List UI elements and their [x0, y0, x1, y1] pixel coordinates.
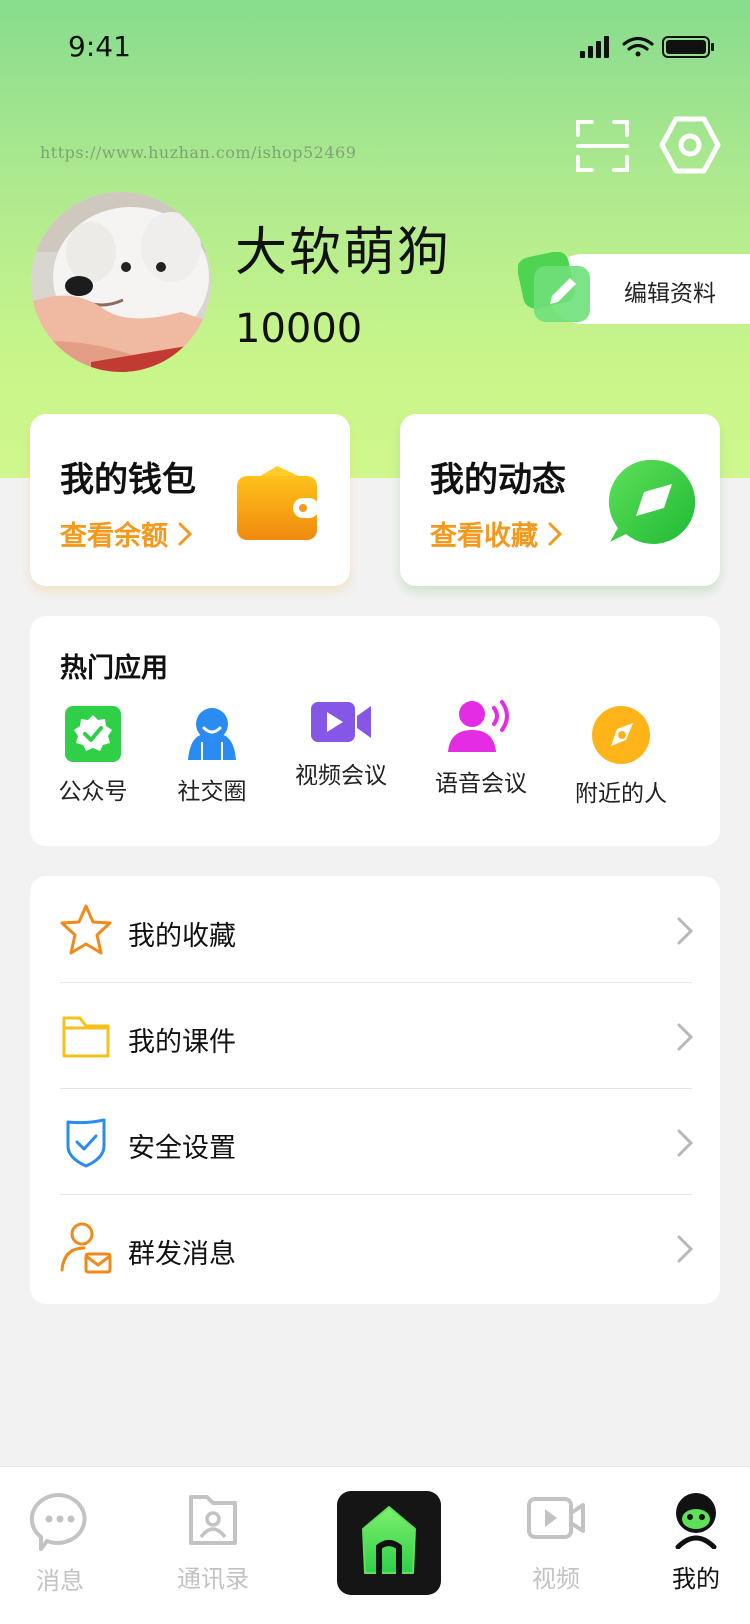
- compass-icon: [592, 706, 650, 764]
- chevron-right-icon: [677, 1235, 694, 1263]
- menu-row-broadcast[interactable]: 群发消息: [30, 1194, 720, 1300]
- menu-row-security[interactable]: 安全设置: [30, 1088, 720, 1194]
- star-icon: [60, 904, 112, 955]
- app-video-meeting[interactable]: 视频会议: [281, 698, 401, 790]
- official-account-icon: [65, 706, 121, 762]
- chevron-right-icon: [677, 1129, 694, 1157]
- avatar-dog-photo: [31, 192, 211, 372]
- scan-icon[interactable]: [575, 118, 631, 174]
- shield-icon: [66, 1118, 106, 1168]
- settings-menu-card: 我的收藏 我的课件 安全设置 群发消息: [30, 876, 720, 1304]
- moments-compass-chat-icon: [608, 459, 696, 544]
- home-icon: [362, 1506, 416, 1576]
- video-icon: [527, 1497, 585, 1539]
- wifi-icon: [622, 36, 654, 57]
- wallet-title: 我的钱包: [60, 460, 196, 500]
- avatar[interactable]: [31, 192, 211, 372]
- app-label: 视频会议: [295, 763, 387, 789]
- app-label: 社交圈: [177, 779, 247, 805]
- app-label: 语音会议: [435, 771, 527, 797]
- wallet-balance-link[interactable]: 查看余额: [60, 514, 192, 553]
- user-mail-icon: [60, 1222, 112, 1274]
- user-nickname: 大软萌狗: [235, 223, 452, 283]
- app-voice-meeting[interactable]: 语音会议: [421, 698, 541, 798]
- battery-icon: [662, 36, 714, 58]
- tab-label: 视频: [532, 1565, 580, 1593]
- menu-row-favorites[interactable]: 我的收藏: [30, 876, 720, 982]
- edit-pencil-icon: [518, 252, 590, 322]
- settings-icon[interactable]: [658, 113, 722, 177]
- app-nearby-people[interactable]: 附近的人: [561, 706, 681, 808]
- chat-icon: [29, 1492, 87, 1551]
- video-meeting-icon: [311, 702, 371, 742]
- tab-label: 消息: [36, 1567, 84, 1595]
- edit-profile-label: 编辑资料: [624, 281, 716, 307]
- wallet-icon: [237, 466, 319, 540]
- menu-row-label: 我的收藏: [128, 921, 236, 952]
- wallet-card[interactable]: 我的钱包 查看余额: [30, 414, 350, 586]
- chevron-right-icon: [677, 917, 694, 945]
- hot-apps-card: 热门应用 公众号 社交圈 视频会议 语音会议 附近的人: [30, 616, 720, 846]
- tab-label: 我的: [672, 1565, 720, 1593]
- menu-row-label: 群发消息: [128, 1239, 236, 1270]
- status-icons: [580, 36, 714, 58]
- watermark-text: https://www.huzhan.com/ishop52469: [40, 143, 357, 162]
- menu-row-label: 我的课件: [128, 1027, 236, 1058]
- tab-contacts[interactable]: 通讯录: [153, 1491, 273, 1594]
- wallet-link-label: 查看余额: [60, 521, 168, 552]
- status-time: 9:41: [68, 30, 131, 63]
- app-official-account[interactable]: 公众号: [33, 706, 153, 806]
- folder-icon: [62, 1016, 110, 1058]
- menu-row-courseware[interactable]: 我的课件: [30, 982, 720, 1088]
- tab-home[interactable]: [337, 1491, 441, 1595]
- profile-icon: [675, 1493, 717, 1550]
- voice-meeting-icon: [448, 700, 509, 752]
- moments-favorites-link[interactable]: 查看收藏: [430, 514, 562, 553]
- tab-mine[interactable]: 我的: [636, 1491, 750, 1594]
- app-label: 附近的人: [575, 781, 667, 807]
- profile-page: 9:41 https://www.huzhan.com/ishop52469 大…: [0, 0, 750, 1624]
- chevron-right-icon: [178, 522, 192, 545]
- bottom-tab-bar: 消息 通讯录 视频 我的: [0, 1466, 750, 1624]
- chevron-right-icon: [548, 522, 562, 545]
- contacts-icon: [189, 1495, 237, 1545]
- social-circle-icon: [188, 708, 236, 760]
- chevron-right-icon: [677, 1023, 694, 1051]
- app-label: 公众号: [58, 779, 128, 805]
- edit-profile-button[interactable]: 编辑资料: [518, 252, 750, 324]
- signal-icon: [580, 36, 609, 58]
- hot-apps-title: 热门应用: [60, 653, 168, 684]
- moments-title: 我的动态: [430, 460, 566, 500]
- tab-label: 通讯录: [177, 1565, 249, 1593]
- tab-video[interactable]: 视频: [496, 1491, 616, 1594]
- tab-messages[interactable]: 消息: [0, 1491, 120, 1596]
- menu-row-label: 安全设置: [128, 1133, 236, 1164]
- user-id: 10000: [235, 306, 363, 352]
- app-social-circle[interactable]: 社交圈: [152, 706, 272, 806]
- moments-card[interactable]: 我的动态 查看收藏: [400, 414, 720, 586]
- moments-link-label: 查看收藏: [430, 521, 538, 552]
